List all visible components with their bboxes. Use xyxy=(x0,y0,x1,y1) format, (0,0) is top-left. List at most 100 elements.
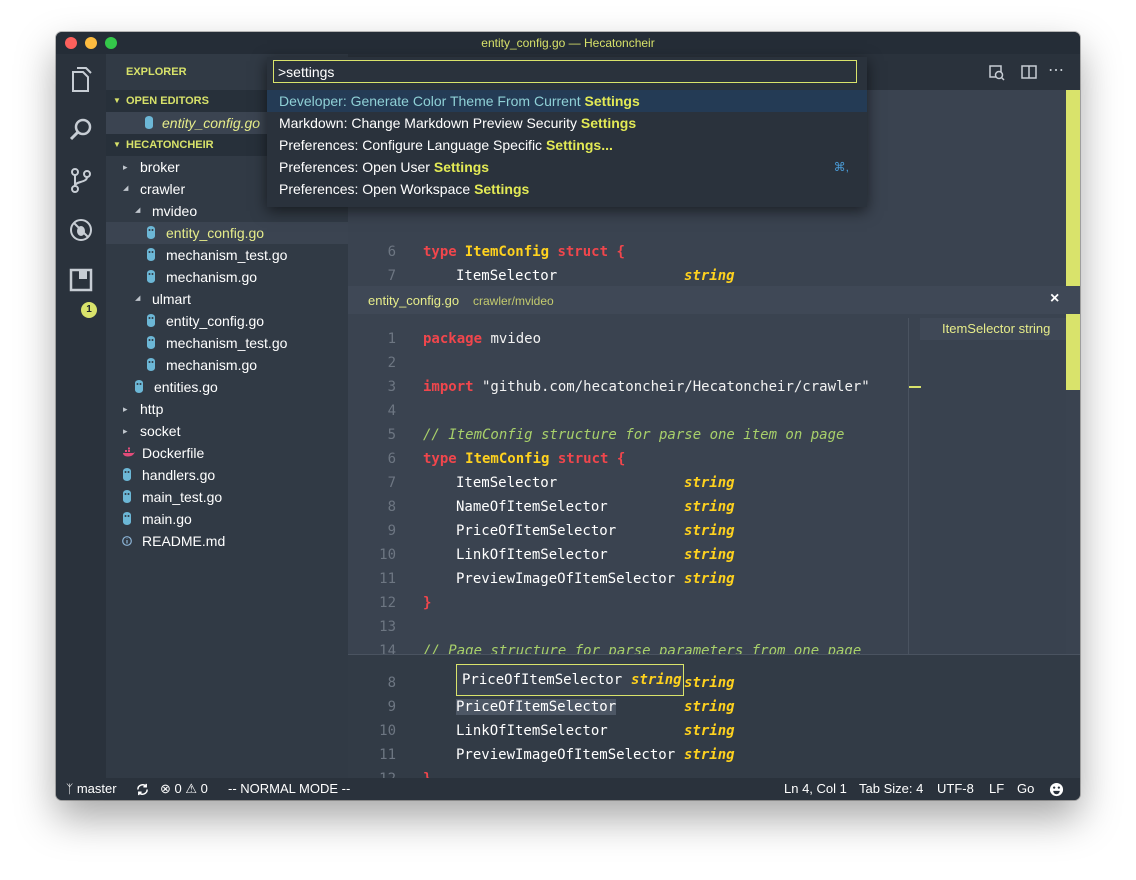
struct-field-name: PriceOfItemSelector xyxy=(456,523,617,539)
code-line: 11 PreviewImageOfItemSelector string xyxy=(348,567,908,591)
open-changes-icon[interactable] xyxy=(989,65,1005,81)
sync-icon[interactable] xyxy=(136,783,149,796)
code-content: LinkOfItemSelector string xyxy=(423,719,735,743)
tree-file[interactable]: entity_config.go xyxy=(106,310,348,332)
code-line: 6 type ItemConfig struct { xyxy=(348,447,908,471)
peek-cursor-marker xyxy=(909,386,921,388)
encoding[interactable]: UTF-8 xyxy=(937,778,974,800)
code-line: 9 PriceOfItemSelector string xyxy=(348,519,908,543)
source-control-icon[interactable] xyxy=(67,166,95,194)
palette-item-label: Preferences: Open Workspace Settings xyxy=(279,178,529,200)
palette-item-label: Developer: Generate Color Theme From Cur… xyxy=(279,90,640,112)
branch-name: master xyxy=(76,781,117,796)
language-mode[interactable]: Go xyxy=(1017,778,1034,800)
line-number: 13 xyxy=(379,619,396,635)
tree-item-label: socket xyxy=(140,423,181,439)
code-line: 7 ItemSelector string xyxy=(348,471,908,495)
palette-item[interactable]: Developer: Generate Color Theme From Cur… xyxy=(267,90,867,112)
tree-item-label: mechanism_test.go xyxy=(166,335,288,351)
code-content: PreviewImageOfItemSelector string xyxy=(423,567,735,591)
tree-item-label: mvideo xyxy=(152,203,198,219)
struct-field: LinkOfItemSelector xyxy=(423,719,684,743)
code-text: "github.com/hecatoncheir/Hecatoncheir/cr… xyxy=(473,379,870,395)
tree-file[interactable]: handlers.go xyxy=(106,464,348,486)
code-line: 2 xyxy=(348,351,908,375)
tree-file[interactable]: main_test.go xyxy=(106,486,348,508)
git-branch-icon: ᛉ xyxy=(66,782,74,796)
palette-item-prefix: Markdown: Change Markdown Preview Securi… xyxy=(279,115,581,131)
palette-item[interactable]: Markdown: Change Markdown Preview Securi… xyxy=(267,112,867,134)
files-icon[interactable] xyxy=(67,66,95,94)
palette-item[interactable]: Preferences: Open User Settings ⌘, xyxy=(267,156,867,178)
code-content: ItemSelector string xyxy=(423,471,735,495)
line-ending[interactable]: LF xyxy=(989,778,1004,800)
field-type: string xyxy=(684,723,735,739)
tree-file[interactable]: entities.go xyxy=(106,376,348,398)
code-content: PriceOfItemSelector string xyxy=(423,519,735,543)
code-line: 12} xyxy=(348,591,908,615)
peek-reference-item[interactable]: ItemSelector string xyxy=(920,318,1066,340)
tree-item-label: Dockerfile xyxy=(142,445,205,461)
struct-field: PreviewImageOfItemSelector xyxy=(423,743,684,767)
tree-file[interactable]: Dockerfile xyxy=(106,442,348,464)
scrollbar-thumb[interactable] xyxy=(1066,90,1080,390)
palette-item-match: Settings xyxy=(433,159,490,175)
tree-item-label: mechanism_test.go xyxy=(166,247,288,263)
peek-file-name: entity_config.go xyxy=(368,293,460,308)
chevron-right-icon: ▸ xyxy=(123,426,128,436)
tree-file[interactable]: mechanism.go xyxy=(106,354,348,376)
line-number: 4 xyxy=(387,403,396,419)
cursor-position[interactable]: Ln 4, Col 1 xyxy=(784,778,847,800)
tree-file[interactable]: main.go xyxy=(106,508,348,530)
tree-item-label: ulmart xyxy=(152,291,191,307)
palette-item[interactable]: Preferences: Configure Language Specific… xyxy=(267,134,867,156)
tree-folder[interactable]: ▸ http xyxy=(106,398,348,420)
chevron-right-icon: ▸ xyxy=(123,162,128,172)
code-line: 9 PriceOfItemSelector string xyxy=(348,695,908,719)
code-line: 8 NameOfItemSelector string xyxy=(348,495,908,519)
tree-file[interactable]: README.md xyxy=(106,530,348,552)
peek-bottom-divider xyxy=(348,654,1080,655)
palette-item[interactable]: Preferences: Open Workspace Settings xyxy=(267,178,867,200)
struct-field-name: PreviewImageOfItemSelector xyxy=(456,747,676,763)
code-content: } xyxy=(423,591,431,615)
tree-file[interactable]: mechanism.go xyxy=(106,266,348,288)
field-type: string xyxy=(684,475,735,491)
code-line: 7 ItemSelector string xyxy=(348,264,908,288)
go-file-icon xyxy=(135,380,143,393)
extensions-icon[interactable] xyxy=(67,266,95,294)
hover-name: PriceOfItemSelector xyxy=(462,672,623,688)
search-icon[interactable] xyxy=(67,116,95,144)
tree-item-label: README.md xyxy=(142,533,226,549)
struct-field-name: ItemSelector xyxy=(456,268,558,284)
tree-item-label: handlers.go xyxy=(142,467,216,483)
palette-item-match: Settings xyxy=(545,137,602,153)
problems-indicator[interactable]: ⊗ 0 ⚠ 0 xyxy=(160,778,208,800)
tree-file[interactable]: mechanism_test.go xyxy=(106,244,348,266)
more-actions-icon[interactable]: ⋯ xyxy=(1048,60,1065,80)
split-editor-icon[interactable] xyxy=(1021,65,1037,79)
palette-item-match: Settings xyxy=(584,93,640,109)
tab-size[interactable]: Tab Size: 4 xyxy=(859,778,923,800)
go-file-icon xyxy=(147,248,155,261)
debug-icon[interactable] xyxy=(67,216,95,244)
tree-file[interactable]: mechanism_test.go xyxy=(106,332,348,354)
go-file-icon xyxy=(147,226,155,239)
code-line: 5 // ItemConfig structure for parse one i… xyxy=(348,423,908,447)
code-line: 4 xyxy=(348,399,908,423)
feedback-smiley-icon[interactable] xyxy=(1049,782,1064,797)
tree-folder[interactable]: ▸ socket xyxy=(106,420,348,442)
struct-field: NameOfItemSelector xyxy=(423,495,684,519)
peek-close-button[interactable]: × xyxy=(1050,290,1059,308)
tree-file[interactable]: entity_config.go xyxy=(106,222,348,244)
palette-item-prefix: Preferences: Open User xyxy=(279,159,434,175)
type-name: ItemConfig xyxy=(464,244,550,260)
branch-indicator[interactable]: ᛉ master xyxy=(66,778,117,800)
command-palette-input[interactable] xyxy=(273,60,857,83)
palette-item-label: Preferences: Configure Language Specific… xyxy=(279,134,613,156)
chevron-down-icon: ◢ xyxy=(135,207,141,214)
tree-folder[interactable]: ◢ ulmart xyxy=(106,288,348,310)
peek-references-list: ItemSelector string xyxy=(920,318,1066,658)
info-icon xyxy=(122,536,132,546)
line-number: 7 xyxy=(387,475,396,491)
